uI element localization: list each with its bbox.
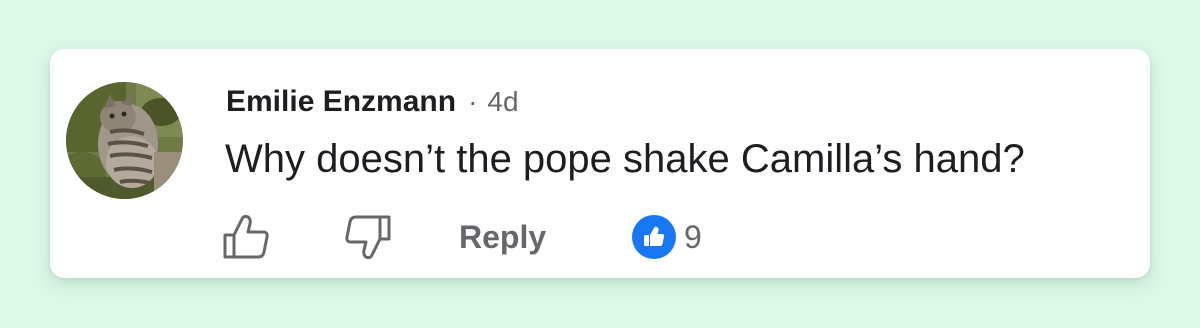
comment-actions: Reply 9 xyxy=(222,213,782,261)
comment-card: Emilie Enzmann · 4d Why doesn’t the pope… xyxy=(50,49,1150,278)
reply-button[interactable]: Reply xyxy=(459,213,546,261)
comment-age[interactable]: 4d xyxy=(487,86,518,118)
reaction-count: 9 xyxy=(684,218,702,255)
dislike-button[interactable] xyxy=(342,213,392,261)
like-reaction-icon xyxy=(632,215,676,259)
avatar[interactable] xyxy=(66,82,183,199)
thumbs-up-outline-icon xyxy=(223,214,269,259)
comment-header: Emilie Enzmann · 4d xyxy=(226,85,519,125)
separator-dot: · xyxy=(468,86,478,117)
reaction-summary[interactable]: 9 xyxy=(632,213,702,261)
like-button[interactable] xyxy=(222,213,272,261)
cat-photo-avatar xyxy=(66,82,183,199)
author-name[interactable]: Emilie Enzmann xyxy=(226,85,456,119)
comment-text: Why doesn’t the pope shake Camilla’s han… xyxy=(225,137,1025,181)
thumbs-down-outline-icon xyxy=(345,215,391,260)
